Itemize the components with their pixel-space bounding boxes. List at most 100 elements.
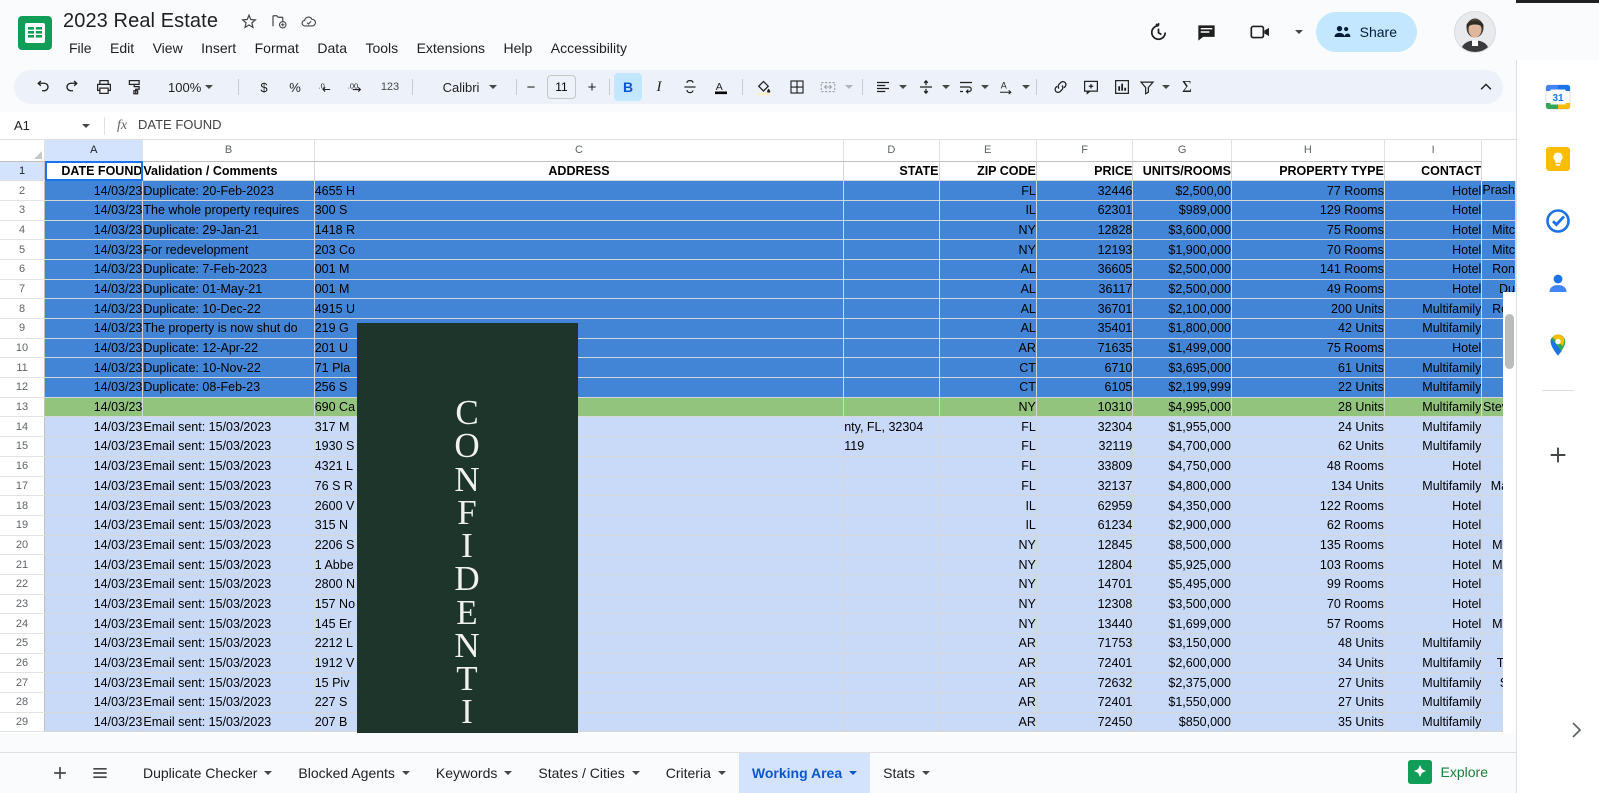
cell-F14[interactable]: $1,955,000 (1133, 417, 1232, 437)
cell-F6[interactable]: $2,500,000 (1133, 259, 1232, 279)
menu-file[interactable]: File (62, 37, 99, 59)
cell-C16[interactable] (844, 456, 939, 476)
cell-B15[interactable]: Email sent: 15/03/2023 (143, 437, 314, 457)
cell-F9[interactable]: $1,800,000 (1133, 319, 1232, 339)
column-header-E[interactable]: E (939, 140, 1036, 161)
cell-C12[interactable] (844, 378, 939, 398)
column-header-A[interactable]: A (45, 140, 143, 161)
cell-B8[interactable]: Duplicate: 10-Dec-22 (143, 299, 314, 319)
google-calendar-icon[interactable]: 31 (1543, 82, 1573, 112)
cell-G17[interactable]: 134 Units (1231, 476, 1384, 496)
column-header-C[interactable]: C (314, 140, 844, 161)
meet-chevron-down-icon[interactable] (1290, 12, 1308, 52)
cell-G5[interactable]: 70 Rooms (1231, 240, 1384, 260)
cell-D13[interactable]: NY (939, 397, 1036, 417)
cell-B12[interactable]: Duplicate: 08-Feb-23 (143, 378, 314, 398)
move-to-folder-icon[interactable] (266, 8, 292, 34)
comment-icon[interactable] (1186, 12, 1226, 52)
cell-A3[interactable]: 14/03/23 (45, 200, 143, 220)
cell-E20[interactable]: 12845 (1036, 535, 1132, 555)
cell-D5[interactable]: NY (939, 240, 1036, 260)
cell-C4[interactable]: 1418 R (314, 220, 844, 240)
row-header-13[interactable]: 13 (0, 397, 45, 417)
cell-E15[interactable]: 32119 (1036, 437, 1132, 457)
cell-A25[interactable]: 14/03/23 (45, 634, 143, 654)
row-header-27[interactable]: 27 (0, 673, 45, 693)
cell-H2[interactable]: Hotel (1384, 181, 1481, 201)
cell-F12[interactable]: $2,199,999 (1133, 378, 1232, 398)
cell-H6[interactable]: Hotel (1384, 259, 1481, 279)
cell-F5[interactable]: $1,900,000 (1133, 240, 1232, 260)
rotation-chevron-down-icon[interactable] (1017, 73, 1035, 101)
cell-H13[interactable]: Multifamily (1384, 397, 1481, 417)
cell-E26[interactable]: 72401 (1036, 653, 1132, 673)
row-header-15[interactable]: 15 (0, 437, 45, 457)
cell-D1[interactable]: STATE (844, 161, 939, 181)
cell-D8[interactable]: AL (939, 299, 1036, 319)
sheet-tab-working-area[interactable]: Working Area (739, 753, 870, 793)
cell-B25[interactable]: Email sent: 15/03/2023 (143, 634, 314, 654)
cell-C3[interactable]: 300 S (314, 200, 844, 220)
cell-H29[interactable]: Multifamily (1384, 712, 1481, 732)
column-header-H[interactable]: H (1231, 140, 1384, 161)
cell-G1[interactable]: UNITS/ROOMS (1133, 161, 1232, 181)
merge-cells-button[interactable] (814, 73, 842, 101)
collapse-toolbar-button[interactable] (1472, 73, 1500, 101)
cell-D16[interactable]: FL (939, 456, 1036, 476)
cell-D10[interactable]: AR (939, 338, 1036, 358)
cell-C2[interactable] (844, 181, 939, 201)
cell-I6[interactable]: Ron (1482, 259, 1516, 279)
cell-B13[interactable] (143, 397, 314, 417)
cell-E25[interactable]: 71753 (1036, 634, 1132, 654)
cell-D19[interactable]: IL (939, 515, 1036, 535)
cell-F4[interactable]: $3,600,000 (1133, 220, 1232, 240)
cell-G13[interactable]: 28 Units (1231, 397, 1384, 417)
chevron-down-icon[interactable] (922, 771, 930, 775)
cell-A18[interactable]: 14/03/23 (45, 496, 143, 516)
cell-E9[interactable]: 35401 (1036, 319, 1132, 339)
row-header-24[interactable]: 24 (0, 614, 45, 634)
redo-icon[interactable] (59, 73, 87, 101)
cell-H23[interactable]: Hotel (1384, 594, 1481, 614)
cell-B18[interactable]: Email sent: 15/03/2023 (143, 496, 314, 516)
sheet-tab-keywords[interactable]: Keywords (423, 753, 525, 793)
cell-C3[interactable] (844, 200, 939, 220)
vertical-scrollbar-thumb[interactable] (1505, 314, 1514, 369)
cell-B4[interactable]: Duplicate: 29-Jan-21 (143, 220, 314, 240)
column-header-G[interactable]: G (1133, 140, 1232, 161)
cell-B22[interactable]: Email sent: 15/03/2023 (143, 574, 314, 594)
vertical-align-button[interactable] (912, 73, 940, 101)
cell-A2[interactable]: 14/03/23 (45, 181, 143, 201)
cell-G15[interactable]: 62 Units (1231, 437, 1384, 457)
percent-format-button[interactable]: % (281, 73, 309, 101)
sheet-tab-criteria[interactable]: Criteria (653, 753, 739, 793)
cell-C15[interactable]: 119 (844, 437, 939, 457)
cell-C19[interactable] (844, 515, 939, 535)
cell-C8[interactable] (844, 299, 939, 319)
column-header-F[interactable]: F (1036, 140, 1132, 161)
row-header-16[interactable]: 16 (0, 456, 45, 476)
collapse-side-panel-button[interactable] (1564, 712, 1588, 748)
cell-A19[interactable]: 14/03/23 (45, 515, 143, 535)
chevron-down-icon[interactable] (402, 771, 410, 775)
cell-H25[interactable]: Multifamily (1384, 634, 1481, 654)
cell-E29[interactable]: 72450 (1036, 712, 1132, 732)
chevron-down-icon[interactable] (264, 771, 272, 775)
cell-C7[interactable]: 001 M (314, 279, 844, 299)
cell-G8[interactable]: 200 Units (1231, 299, 1384, 319)
insert-link-button[interactable] (1046, 73, 1074, 101)
cell-A14[interactable]: 14/03/23 (45, 417, 143, 437)
cell-G10[interactable]: 75 Rooms (1231, 338, 1384, 358)
text-color-button[interactable]: A (707, 73, 735, 101)
cell-F1[interactable]: PRICE (1036, 161, 1132, 181)
sheet-tab-blocked-agents[interactable]: Blocked Agents (285, 753, 423, 793)
sheet-tab-stats[interactable]: Stats (870, 753, 943, 793)
cell-B23[interactable]: Email sent: 15/03/2023 (143, 594, 314, 614)
cell-F16[interactable]: $4,750,000 (1133, 456, 1232, 476)
cell-B6[interactable]: Duplicate: 7-Feb-2023 (143, 259, 314, 279)
row-header-8[interactable]: 8 (0, 299, 45, 319)
cell-D29[interactable]: AR (939, 712, 1036, 732)
cell-F11[interactable]: $3,695,000 (1133, 358, 1232, 378)
cell-B10[interactable]: Duplicate: 12-Apr-22 (143, 338, 314, 358)
cell-I5[interactable]: Mitc (1482, 240, 1516, 260)
